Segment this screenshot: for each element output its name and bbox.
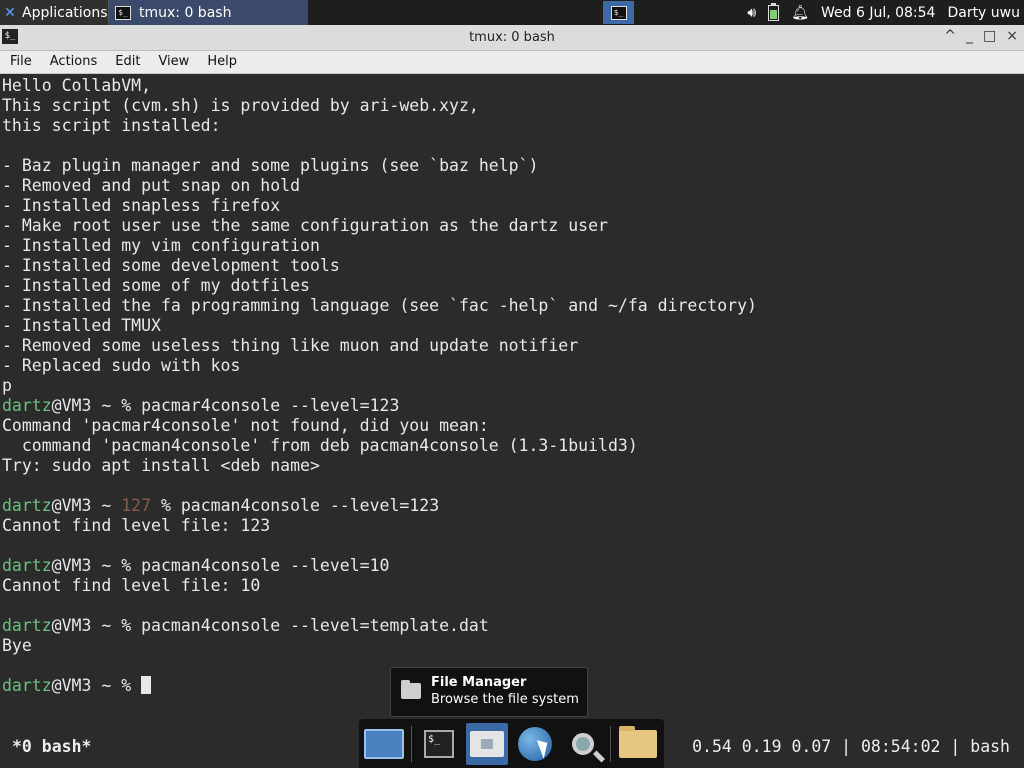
- prompt-exit-status: 127: [121, 496, 161, 515]
- menubar: File Actions Edit View Help: [0, 51, 1024, 74]
- app-finder-icon[interactable]: [562, 723, 604, 765]
- xfce-logo-icon: ✕: [4, 4, 16, 21]
- taskbar-item-tmux[interactable]: $_ tmux: 0 bash: [108, 0, 308, 25]
- terminal-line: - Baz plugin manager and some plugins (s…: [2, 156, 539, 175]
- applications-label: Applications: [22, 4, 108, 21]
- prompt-user: dartz: [2, 616, 52, 635]
- prompt-command: pacmar4console --level=123: [141, 396, 400, 415]
- terminal-line: - Make root user use the same configurat…: [2, 216, 608, 235]
- terminal-line: command 'pacman4console' from deb pacman…: [2, 436, 638, 455]
- prompt-user: dartz: [2, 676, 52, 695]
- prompt-user: dartz: [2, 496, 52, 515]
- terminal-line: - Installed some development tools: [2, 256, 340, 275]
- menu-edit[interactable]: Edit: [105, 51, 148, 73]
- terminal-line: Try: sudo apt install <deb name>: [2, 456, 320, 475]
- prompt-symbol: %: [121, 396, 142, 415]
- terminal-line: Cannot find level file: 10: [2, 576, 261, 595]
- prompt-host: @VM3 ~: [51, 496, 122, 515]
- prompt-host: @VM3 ~: [51, 396, 122, 415]
- minimize-button[interactable]: _: [966, 28, 973, 44]
- terminal-line: - Removed and put snap on hold: [2, 176, 301, 195]
- terminal-line: - Installed the fa programming language …: [2, 296, 757, 315]
- close-button[interactable]: ×: [1006, 28, 1018, 44]
- user-menu[interactable]: Darty uwu: [947, 5, 1020, 21]
- terminal-line: Hello CollabVM,: [2, 76, 152, 95]
- top-panel: ✕ Applications $_ tmux: 0 bash $_ 🔊︎ 🔔︎ …: [0, 0, 1024, 25]
- prompt-command: pacman4console --level=123: [180, 496, 440, 515]
- tooltip-title: File Manager: [431, 675, 527, 690]
- window-title: tmux: 0 bash: [469, 30, 555, 45]
- maximize-button[interactable]: □: [983, 28, 996, 44]
- prompt-symbol: %: [121, 616, 142, 635]
- shade-button[interactable]: ^: [944, 28, 956, 44]
- menu-file[interactable]: File: [0, 51, 40, 73]
- text-cursor: [141, 676, 152, 694]
- terminal-prompt-line: dartz@VM3 ~ % pacman4console --level=tem…: [2, 616, 489, 636]
- prompt-command: pacman4console --level=10: [141, 556, 390, 575]
- bell-icon[interactable]: 🔔︎: [791, 5, 809, 21]
- web-browser-icon[interactable]: [514, 723, 556, 765]
- taskbar-item-label: tmux: 0 bash: [139, 4, 232, 21]
- window-titlebar[interactable]: $_ tmux: 0 bash ^ _ □ ×: [0, 25, 1024, 51]
- dock: $_: [359, 719, 664, 768]
- terminal-output[interactable]: Hello CollabVM, This script (cvm.sh) is p…: [0, 74, 1024, 720]
- clock[interactable]: Wed 6 Jul, 08:54: [821, 5, 935, 21]
- volume-icon[interactable]: 🔊︎: [747, 5, 756, 21]
- terminal-line: This script (cvm.sh) is provided by ari-…: [2, 96, 479, 115]
- dock-separator: [411, 725, 412, 762]
- show-desktop-icon[interactable]: [363, 723, 405, 765]
- files-icon[interactable]: [617, 723, 659, 765]
- terminal-icon: $_: [115, 5, 131, 20]
- tooltip-subtitle: Browse the file system: [431, 692, 579, 707]
- terminal-line: - Removed some useless thing like muon a…: [2, 336, 579, 355]
- menu-view[interactable]: View: [148, 51, 197, 73]
- home-folder-icon[interactable]: [466, 722, 508, 765]
- workspace-switcher[interactable]: $_: [603, 1, 634, 24]
- terminal-prompt-line: dartz@VM3 ~ % pacman4console --level=10: [2, 556, 389, 576]
- terminal-prompt-line: dartz@VM3 ~ 127 % pacman4console --level…: [2, 496, 439, 516]
- dock-separator: [610, 725, 611, 762]
- tmux-status-right: 0.54 0.19 0.07 | 08:54:02 | bash: [692, 737, 1010, 756]
- prompt-symbol: %: [121, 676, 142, 695]
- panel-tray: 🔊︎ 🔔︎ Wed 6 Jul, 08:54 Darty uwu: [747, 0, 1024, 25]
- prompt-user: dartz: [2, 556, 52, 575]
- prompt-symbol: %: [160, 496, 181, 515]
- terminal-line: - Installed some of my dotfiles: [2, 276, 310, 295]
- tmux-window-label: *0 bash*: [12, 737, 92, 756]
- prompt-command: pacman4console --level=template.dat: [141, 616, 489, 635]
- terminal-icon[interactable]: $_: [418, 723, 460, 765]
- prompt-user: dartz: [2, 396, 52, 415]
- folder-icon: [401, 680, 421, 699]
- terminal-line: Cannot find level file: 123: [2, 516, 271, 535]
- prompt-host: @VM3 ~: [51, 616, 122, 635]
- terminal-line: Bye: [2, 636, 32, 655]
- prompt-host: @VM3 ~: [51, 676, 122, 695]
- prompt-host: @VM3 ~: [51, 556, 122, 575]
- battery-icon[interactable]: [768, 2, 780, 21]
- prompt-symbol: %: [121, 556, 142, 575]
- terminal-line: Command 'pacmar4console' not found, did …: [2, 416, 489, 435]
- terminal-line: this script installed:: [2, 116, 221, 135]
- terminal-prompt-line: dartz@VM3 ~ %: [2, 676, 152, 696]
- tooltip-file-manager: File Manager Browse the file system: [390, 667, 588, 717]
- menu-help[interactable]: Help: [197, 51, 245, 73]
- terminal-icon: $_: [610, 5, 627, 20]
- terminal-line: - Replaced sudo with kos: [2, 356, 241, 375]
- menu-actions[interactable]: Actions: [40, 51, 106, 73]
- terminal-line: - Installed snapless firefox: [2, 196, 281, 215]
- terminal-prompt-line: dartz@VM3 ~ % pacmar4console --level=123: [2, 396, 399, 416]
- terminal-line: p: [2, 376, 12, 395]
- terminal-line: - Installed my vim configuration: [2, 236, 320, 255]
- applications-menu[interactable]: ✕ Applications: [0, 0, 108, 25]
- terminal-line: - Installed TMUX: [2, 316, 161, 335]
